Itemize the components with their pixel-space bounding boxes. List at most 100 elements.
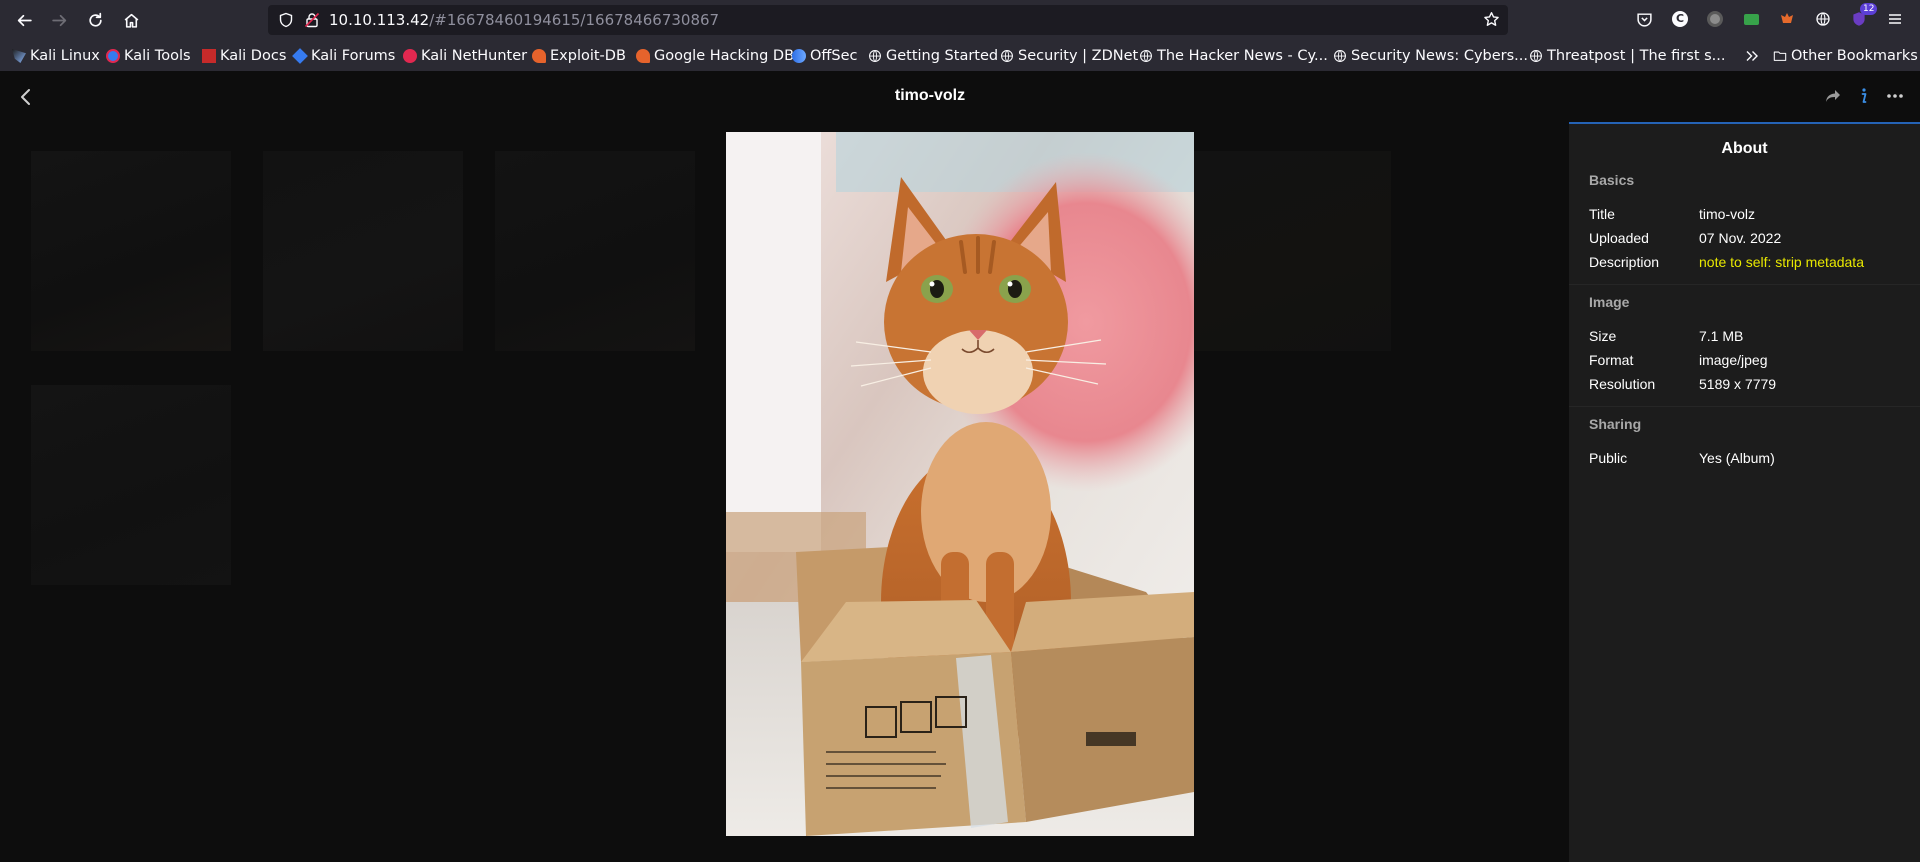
bookmark-label: Kali Docs [220,48,287,64]
bookmark-label: Other Bookmarks [1791,48,1918,64]
bookmark-hacker-news[interactable]: The Hacker News - Cy... [1139,46,1328,66]
bookmark-label: Kali Tools [124,48,191,64]
uploaded-value: 07 Nov. 2022 [1699,230,1782,246]
bookmark-label: Google Hacking DB [654,48,795,64]
description-value: note to self: strip metadata [1699,254,1864,270]
album-thumbnail[interactable] [1191,151,1391,351]
info-icon[interactable] [1852,85,1874,107]
kali-forums-icon [292,48,308,64]
title-value: timo-volz [1699,206,1756,222]
photo-title: timo-volz [894,87,966,104]
globe-icon [1140,50,1152,62]
info-sidebar: About Basics Title timo-volz Uploaded 07… [1569,122,1920,862]
url-bar[interactable]: 10.10.113.42/#16678460194615/16678466730… [268,5,1508,35]
reload-icon[interactable] [81,6,109,34]
ghdb-icon [636,49,650,63]
bookmark-kali-forums[interactable]: Kali Forums [292,46,396,66]
bookmark-star-icon[interactable] [1483,11,1500,28]
extension-badge: 12 [1860,3,1878,15]
section-divider [1569,284,1920,285]
bookmark-kali-linux[interactable]: Kali Linux [12,46,100,66]
bookmark-label: Security News: Cybers... [1351,48,1529,64]
extension-green-icon[interactable] [1741,9,1761,29]
menu-hamburger-icon[interactable] [1885,9,1905,29]
bookmark-label: Exploit-DB [550,48,626,64]
offsec-icon [792,49,806,63]
title-label: Title [1589,206,1615,222]
public-value: Yes (Album) [1699,450,1775,466]
bookmark-label: Security | ZDNet [1018,48,1139,64]
kali-tools-icon [106,49,120,63]
more-options-icon[interactable] [1884,85,1906,107]
format-value: image/jpeg [1699,352,1768,368]
bookmark-getting-started[interactable]: Getting Started [868,46,998,66]
album-thumbnail[interactable] [495,151,695,351]
bookmark-label: Kali NetHunter [421,48,528,64]
sidebar-heading: About [1721,140,1768,157]
bookmark-label: Kali Forums [311,48,396,64]
album-thumbnail[interactable] [263,151,463,351]
insecure-lock-icon[interactable] [304,12,320,28]
section-sharing-title: Sharing [1589,416,1642,432]
extension-c-icon[interactable]: C [1670,9,1690,29]
browser-chrome: 10.10.113.42/#16678460194615/16678466730… [0,0,1920,71]
kali-dragon-icon [12,49,26,63]
globe-icon [1334,50,1346,62]
bookmark-kali-docs[interactable]: Kali Docs [202,46,286,66]
extension-fox-icon[interactable] [1777,9,1797,29]
home-icon[interactable] [117,6,145,34]
bookmark-label: OffSec [810,48,858,64]
bookmark-label: Kali Linux [30,48,100,64]
gallery-page: timo-volz About Basics Title timo-volz U… [0,71,1920,862]
bookmark-kali-nethunter[interactable]: Kali NetHunter [403,46,527,66]
uploaded-label: Uploaded [1589,230,1649,246]
url-path: /#16678460194615/16678466730867 [429,11,720,29]
section-divider [1569,406,1920,407]
format-label: Format [1589,352,1634,368]
extension-shield-icon[interactable]: 12 [1849,3,1878,29]
exploit-db-icon [532,49,546,63]
extension-globe-icon[interactable] [1813,9,1833,29]
bookmark-google-hacking-db[interactable]: Google Hacking DB [636,46,794,66]
back-arrow-icon[interactable] [10,6,38,34]
globe-icon [1530,50,1542,62]
forward-arrow-icon[interactable] [45,6,73,34]
url-text[interactable]: 10.10.113.42/#16678460194615/16678466730… [329,11,719,29]
more-bookmarks-chevron-icon[interactable] [1744,46,1760,66]
bookmarks-toolbar: Kali Linux Kali Tools Kali Docs Kali For… [0,42,1920,70]
folder-icon [1773,51,1787,61]
tracking-shield-icon[interactable] [278,12,294,28]
bookmark-zdnet[interactable]: Security | ZDNet [1000,46,1138,66]
bookmark-label: Threatpost | The first s... [1547,48,1726,64]
public-label: Public [1589,450,1628,466]
album-thumbnail[interactable] [31,385,231,585]
section-image-title: Image [1589,294,1630,310]
bookmark-kali-tools[interactable]: Kali Tools [106,46,191,66]
bookmark-threatpost[interactable]: Threatpost | The first s... [1529,46,1726,66]
back-chevron-icon[interactable] [14,85,38,109]
resolution-label: Resolution [1589,376,1656,392]
section-basics-title: Basics [1589,172,1635,188]
share-icon[interactable] [1822,85,1844,107]
bookmark-exploit-db[interactable]: Exploit-DB [532,46,626,66]
main-photo[interactable] [726,132,1194,836]
pocket-icon[interactable] [1634,9,1654,29]
resolution-value: 5189 x 7779 [1699,376,1777,392]
bookmark-label: The Hacker News - Cy... [1157,48,1328,64]
bookmark-security-news[interactable]: Security News: Cybers... [1333,46,1528,66]
bookmark-label: Getting Started [886,48,999,64]
viewer-header: timo-volz [0,71,1920,123]
globe-icon [1001,50,1013,62]
extension-circle-icon[interactable] [1705,9,1725,29]
url-host: 10.10.113.42 [329,11,430,29]
bookmark-offsec[interactable]: OffSec [792,46,858,66]
globe-icon [869,50,881,62]
album-thumbnail[interactable] [31,151,231,351]
bookmark-other-bookmarks[interactable]: Other Bookmarks [1773,46,1918,66]
nethunter-icon [403,49,417,63]
size-value: 7.1 MB [1699,328,1744,344]
kali-docs-icon [202,49,216,63]
description-label: Description [1589,254,1660,270]
size-label: Size [1589,328,1617,344]
cat-in-box-image [726,132,1194,836]
